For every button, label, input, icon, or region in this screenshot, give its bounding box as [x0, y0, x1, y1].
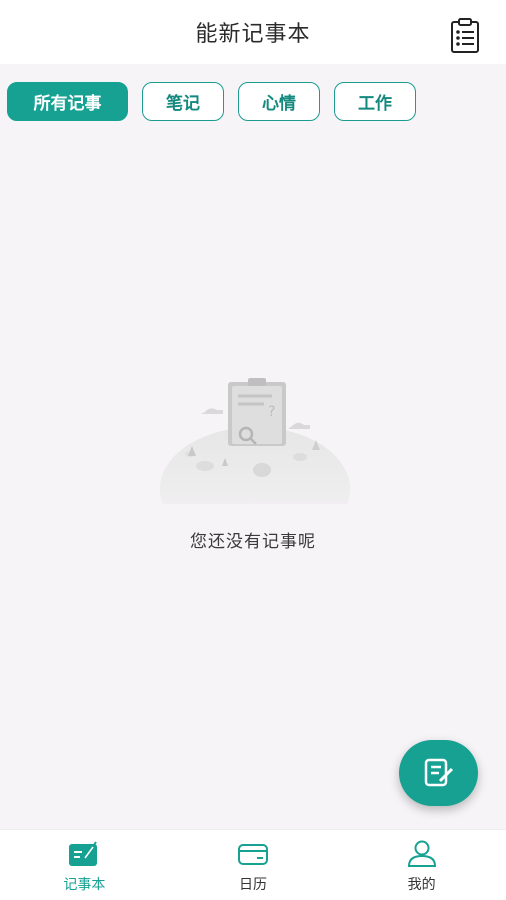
tab-all-notes[interactable]: 所有记事 [7, 82, 128, 121]
empty-state-message: 您还没有记事呢 [190, 532, 316, 552]
bottom-navigation: 记事本 日历 我的 [0, 829, 506, 900]
nav-item-notebook[interactable]: 记事本 [0, 830, 169, 900]
add-note-button[interactable] [399, 740, 478, 806]
tab-mood[interactable]: 心情 [238, 82, 320, 121]
tab-work[interactable]: 工作 [334, 82, 416, 121]
nav-label-notebook: 记事本 [63, 877, 106, 893]
page-title: 能新记事本 [195, 22, 311, 47]
calendar-card-icon [238, 844, 268, 865]
nav-label-calendar: 日历 [239, 877, 267, 893]
notebook-icon [69, 841, 98, 866]
nav-label-profile: 我的 [407, 877, 436, 893]
nav-item-calendar[interactable]: 日历 [169, 830, 338, 900]
empty-clipboard-illustration: ? [160, 378, 350, 504]
svg-text:?: ? [268, 404, 275, 420]
category-tabs: 所有记事 笔记 心情 工作 [7, 82, 416, 122]
nav-item-profile[interactable]: 我的 [337, 830, 506, 900]
edit-note-icon [424, 758, 453, 787]
tab-notes[interactable]: 笔记 [142, 82, 224, 121]
user-icon [407, 840, 436, 867]
app-header: 能新记事本 [0, 0, 506, 64]
clipboard-list-icon[interactable] [450, 18, 480, 54]
